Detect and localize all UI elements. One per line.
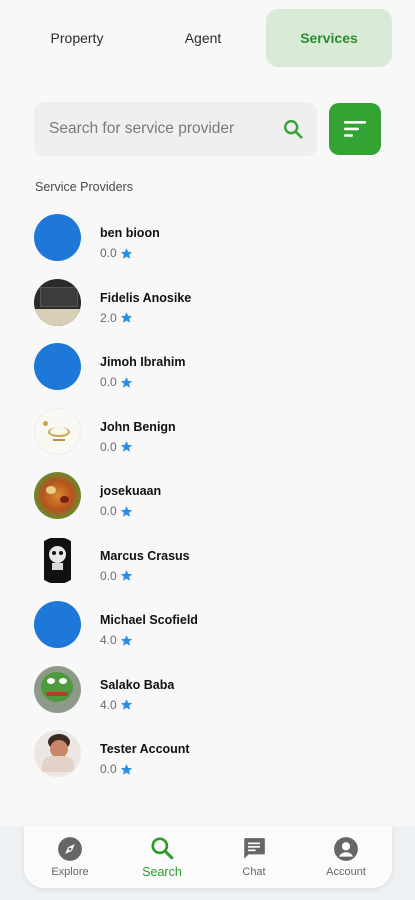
list-item[interactable]: Tester Account 0.0 [34,730,394,795]
rating: 0.0 [100,762,190,776]
avatar [34,343,81,390]
list-item[interactable]: josekuaan 0.0 [34,472,394,537]
nav-account[interactable]: Account [300,826,392,888]
search-icon [151,837,174,860]
list-item[interactable]: Michael Scofield 4.0 [34,601,394,666]
nav-label: Search [142,865,182,879]
star-icon [120,312,132,323]
provider-list: ben bioon 0.0 Fidelis Anosike 2.0 Jimoh … [34,214,394,795]
rating-value: 2.0 [100,310,117,325]
list-item[interactable]: Jimoh Ibrahim 0.0 [34,343,394,408]
provider-name: Tester Account [100,742,190,756]
avatar [34,407,81,455]
nav-label: Account [326,866,366,878]
rating-value: 4.0 [100,697,117,712]
provider-name: Michael Scofield [100,613,198,627]
avatar [34,214,81,261]
nav-chat[interactable]: Chat [208,826,300,888]
nav-label: Chat [242,866,266,878]
rating-value: 0.0 [100,439,117,454]
rating: 2.0 [100,311,191,325]
rating-value: 0.0 [100,762,117,776]
list-item[interactable]: Salako Baba 4.0 [34,665,394,731]
rating: 0.0 [100,569,190,583]
nav-label: Explore [51,866,89,878]
rating-value: 0.0 [100,375,117,389]
tab-agent[interactable]: Agent [140,9,266,67]
avatar [34,601,81,648]
account-icon [334,837,358,861]
provider-name: Fidelis Anosike [100,290,192,305]
rating-value: 4.0 [100,633,117,647]
nav-search[interactable]: Search [116,826,208,888]
list-item[interactable]: Marcus Crasus 0.0 [34,536,394,602]
star-icon [120,441,132,452]
rating: 0.0 [100,375,185,389]
star-icon [120,376,132,388]
rating: 0.0 [100,440,176,454]
filter-button[interactable] [329,103,381,155]
search-bar [34,102,317,156]
avatar [34,730,81,777]
star-icon [120,699,132,710]
chat-icon [244,838,265,859]
list-item[interactable]: John Benign 0.0 [34,407,394,473]
section-title: Service Providers [35,180,133,194]
star-icon [120,505,132,517]
rating: 4.0 [100,698,174,712]
bottom-navigation: Explore Search Chat Account [24,826,392,888]
provider-name: Salako Baba [100,677,175,692]
avatar [34,278,81,326]
star-icon [120,763,132,775]
provider-name: ben bioon [100,226,160,240]
provider-name: josekuaan [100,484,162,498]
search-input[interactable] [47,119,281,139]
provider-name: Marcus Crasus [100,548,190,563]
nav-explore[interactable]: Explore [24,826,116,888]
rating-value: 0.0 [100,246,117,260]
star-icon [120,634,132,646]
rating: 0.0 [100,504,161,518]
star-icon [120,570,132,581]
rating: 0.0 [100,246,160,260]
avatar [34,472,81,519]
tab-property[interactable]: Property [14,9,140,67]
list-item[interactable]: ben bioon 0.0 [34,214,394,279]
search-icon[interactable] [281,117,305,141]
category-tabs: Property Agent Services [14,9,392,67]
provider-name: John Benign [100,419,176,434]
tab-services[interactable]: Services [266,9,392,67]
star-icon [120,247,132,259]
avatar [34,536,81,584]
list-item[interactable]: Fidelis Anosike 2.0 [34,278,394,344]
rating-value: 0.0 [100,568,117,583]
compass-icon [58,837,82,861]
rating-value: 0.0 [100,504,117,518]
rating: 4.0 [100,633,198,647]
provider-name: Jimoh Ibrahim [100,355,186,369]
avatar [34,665,81,713]
filter-icon [344,121,366,137]
